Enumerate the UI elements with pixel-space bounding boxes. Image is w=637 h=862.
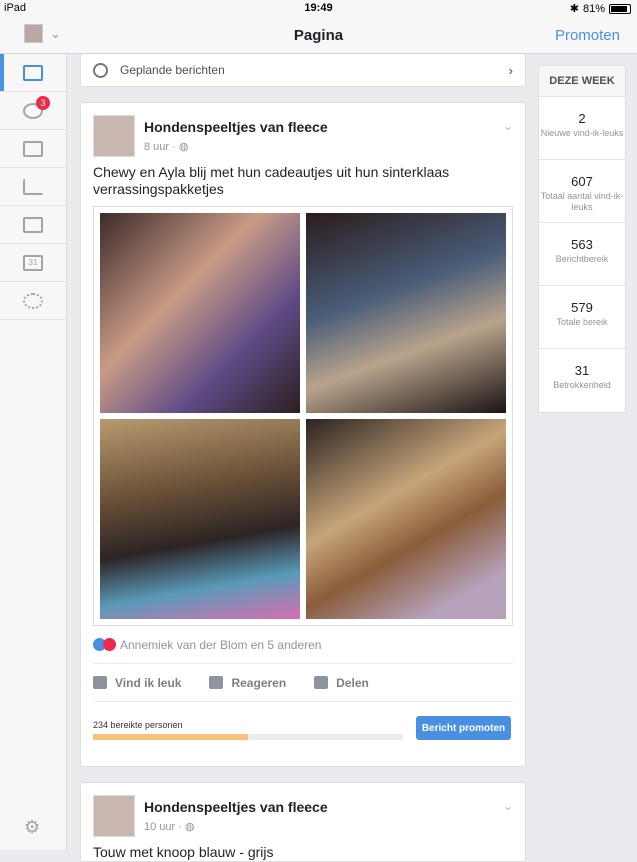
page-icon (23, 64, 43, 81)
stat-label: Nieuwe vind-ik-leuks (540, 128, 624, 138)
scheduled-posts-row[interactable]: Geplande berichten › (80, 54, 526, 87)
week-stats-panel: DEZE WEEK 2 Nieuwe vind-ik-leuks 607 Totaa… (538, 65, 626, 413)
sidebar-item-insights[interactable] (0, 168, 66, 206)
post-timestamp: 10 uur · ◍ (144, 821, 195, 833)
sidebar: 3 31 ⚙ (0, 54, 67, 850)
scheduled-posts-label: Geplande berichten (120, 63, 225, 77)
thumbs-up-icon (93, 676, 107, 689)
post-page-name[interactable]: Hondenspeeltjes van fleece (144, 119, 328, 135)
stat-label: Totale bereik (556, 317, 608, 327)
stat-total-likes[interactable]: 607 Totaal aantal vind-ik-leuks (539, 160, 625, 223)
globe-icon: ◍ (178, 141, 189, 153)
post-header: Hondenspeeltjes van fleece 8 uur · ◍ (93, 115, 513, 159)
page-title: Pagina (293, 27, 344, 44)
comment-button[interactable]: Reageren (209, 676, 286, 690)
reach-text: 234 bereikte personen (93, 720, 183, 730)
gear-icon (23, 292, 43, 309)
clock-time: 19:49 (304, 2, 333, 14)
sidebar-item-events[interactable]: 31 (0, 244, 66, 282)
stat-label: Berichtbereik (555, 254, 609, 264)
week-stats-header: DEZE WEEK (539, 66, 625, 97)
promote-button[interactable]: Promoten (555, 27, 620, 44)
post-timestamp: 8 uur · ◍ (144, 141, 189, 153)
stat-value: 607 (571, 174, 593, 189)
post-time-text: 8 uur (144, 141, 170, 153)
stat-value: 579 (571, 300, 593, 315)
insights-icon (23, 178, 43, 195)
main-feed: Geplande berichten › Hondenspeeltjes van… (80, 54, 526, 862)
post-photo[interactable] (306, 419, 506, 619)
stat-value: 2 (578, 111, 586, 126)
chevron-down-icon[interactable]: ⌄ (503, 119, 513, 133)
sidebar-item-page[interactable] (0, 54, 66, 92)
comment-icon (209, 676, 224, 689)
sidebar-item-messages[interactable] (0, 130, 66, 168)
settings-gears-icon[interactable]: ⚙ (24, 817, 40, 838)
chevron-right-icon: › (508, 62, 513, 78)
boost-post-button[interactable]: Bericht promoten (416, 716, 511, 740)
like-label: Vind ik leuk (115, 675, 182, 690)
post-photo[interactable] (100, 419, 300, 619)
stat-label: Betrokkenheid (553, 380, 611, 390)
stat-post-reach[interactable]: 563 Berichtbereik (539, 223, 625, 286)
avatar[interactable] (93, 115, 135, 157)
sidebar-item-settings[interactable] (0, 282, 66, 320)
like-button[interactable]: Vind ik leuk (93, 676, 181, 690)
reactions-summary: Annemiek van der Blom en 5 anderen (120, 637, 322, 652)
post-card: Hondenspeeltjes van fleece 8 uur · ◍ ⌄ C… (80, 102, 526, 767)
stat-total-reach[interactable]: 579 Totale bereik (539, 286, 625, 349)
chevron-down-icon[interactable]: ⌄ (503, 799, 513, 813)
reach-bar-fill (93, 734, 248, 740)
status-right: ✱ 81% (570, 2, 631, 15)
comment-label: Reageren (231, 675, 287, 690)
share-label: Delen (336, 675, 369, 690)
calendar-icon: 31 (23, 254, 43, 271)
stat-engagement[interactable]: 31 Betrokkenheid (539, 349, 625, 412)
status-bar: iPad 19:49 ✱ 81% (0, 0, 637, 18)
post-card: Hondenspeeltjes van fleece 10 uur · ◍ ⌄ … (80, 782, 526, 862)
notification-badge: 3 (36, 96, 50, 110)
sidebar-item-photos[interactable] (0, 206, 66, 244)
post-page-name[interactable]: Hondenspeeltjes van fleece (144, 799, 328, 815)
post-actions: Vind ik leuk Reageren Delen (93, 664, 513, 702)
post-text: Touw met knoop blauw - grijs (93, 844, 274, 860)
battery-percent: 81% (582, 2, 605, 15)
love-reaction-icon (103, 638, 116, 651)
post-photo[interactable] (306, 213, 506, 413)
messages-icon (23, 140, 43, 157)
reach-bar (93, 734, 403, 740)
bluetooth-icon: ✱ (569, 3, 579, 15)
share-button[interactable]: Delen (314, 676, 369, 690)
stat-new-likes[interactable]: 2 Nieuwe vind-ik-leuks (539, 97, 625, 160)
stat-value: 31 (574, 363, 590, 378)
boost-section: 234 bereikte personen Bericht promoten (93, 716, 513, 766)
photos-icon (23, 216, 43, 233)
sidebar-item-notifications[interactable]: 3 (0, 92, 66, 130)
nav-bar: ⌄ Pagina Promoten (0, 18, 637, 54)
globe-icon: ◍ (184, 821, 195, 833)
clock-icon (93, 62, 108, 78)
stat-label: Totaal aantal vind-ik-leuks (540, 191, 624, 212)
post-time-text: 10 uur (144, 821, 176, 833)
share-icon (314, 676, 329, 689)
battery-icon (609, 3, 631, 14)
post-header: Hondenspeeltjes van fleece 10 uur · ◍ (93, 795, 513, 839)
post-photo[interactable] (100, 213, 300, 413)
stat-value: 563 (571, 237, 593, 252)
post-text: Chewy en Ayla blij met hun cadeautjes ui… (93, 164, 450, 197)
photo-grid (93, 206, 513, 626)
avatar[interactable] (93, 795, 135, 837)
reactions-row[interactable]: Annemiek van der Blom en 5 anderen (93, 626, 513, 664)
